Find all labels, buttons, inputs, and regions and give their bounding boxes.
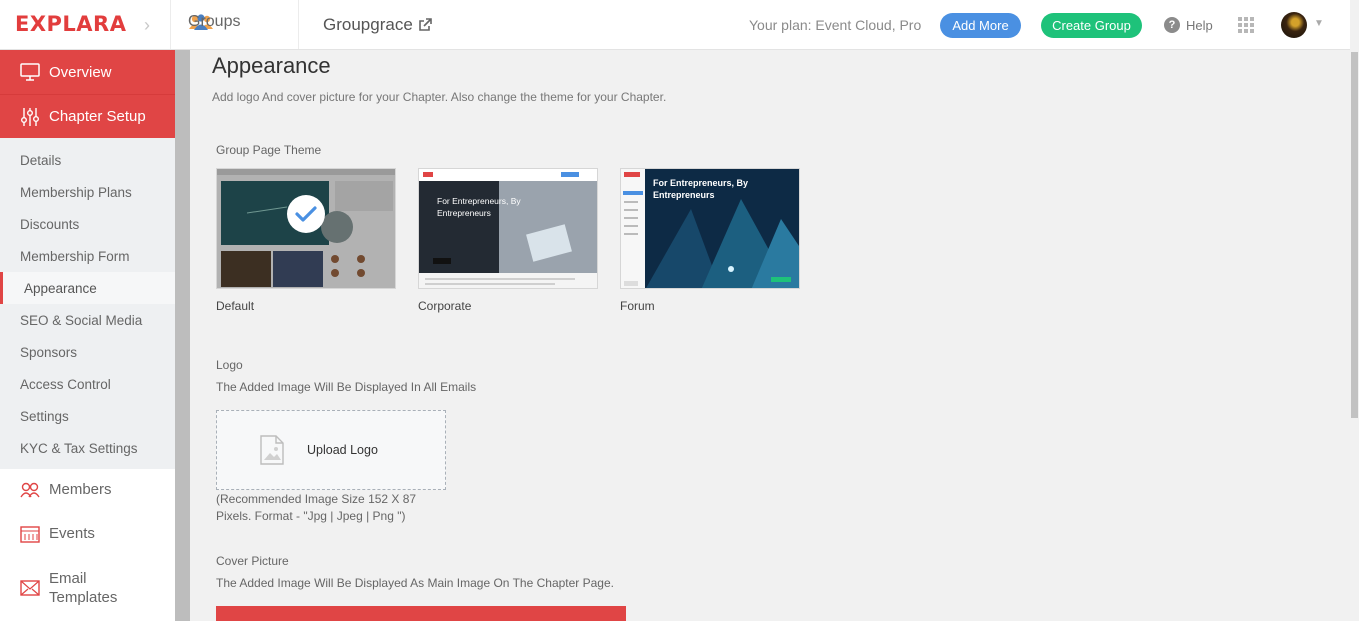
sidebar-item-sponsors[interactable]: Sponsors [0, 336, 175, 368]
theme-card-default[interactable] [216, 168, 396, 289]
groups-link[interactable]: Groups [188, 13, 240, 30]
header-divider [170, 0, 171, 49]
sidebar-item-membership-form[interactable]: Membership Form [0, 240, 175, 272]
caret-down-icon[interactable]: ▼ [1314, 18, 1324, 29]
monitor-icon [20, 63, 40, 81]
cover-label: Cover Picture [216, 554, 289, 568]
main-content: Appearance Add logo And cover picture fo… [190, 50, 1350, 621]
logo-recommendation-line2: Pixels. Format - "Jpg | Jpeg | Png ") [216, 509, 406, 523]
groups-label: Groups [188, 13, 241, 30]
theme-card-corporate[interactable]: For Entrepreneurs, By Entrepreneurs [418, 168, 598, 289]
page-title: Appearance [212, 53, 331, 78]
add-more-button[interactable]: Add More [940, 13, 1021, 38]
help-icon: ? [1164, 17, 1180, 33]
sidebar-item-settings[interactable]: Settings [0, 400, 175, 432]
cover-picture-preview[interactable] [216, 606, 626, 621]
theme-name-default: Default [216, 299, 255, 313]
theme-preview-corporate [419, 169, 597, 288]
forum-preview-text: For Entrepreneurs, By Entrepreneurs [653, 178, 749, 200]
corporate-preview-text: For Entrepreneurs, By Entrepreneurs [437, 196, 521, 218]
top-header: EXPLARA › Groups Groupgrace Your plan: E… [0, 0, 1359, 50]
sidebar-item-seo-social-media[interactable]: SEO & Social Media [0, 304, 175, 336]
sidebar-item-events[interactable]: Events [0, 513, 175, 557]
plan-text: Your plan: Event Cloud, Pro [749, 17, 922, 33]
sidebar-item-chapter-setup[interactable]: Chapter Setup [0, 94, 175, 138]
sidebar-item-membership-plans[interactable]: Membership Plans [0, 176, 175, 208]
calendar-icon [20, 526, 40, 543]
upload-logo-button[interactable]: Upload Logo [216, 410, 446, 490]
sidebar-scroll-track [175, 50, 190, 621]
logo-hint: The Added Image Will Be Displayed In All… [216, 380, 477, 394]
help-label: Help [1186, 17, 1213, 33]
sidebar-item-access-control[interactable]: Access Control [0, 368, 175, 400]
theme-name-forum: Forum [620, 299, 655, 313]
logo-text: EXPLARA [15, 12, 127, 36]
sidebar-bottom-section: Members Events Email Templates [0, 469, 175, 621]
sidebar-item-label: Email Templates [49, 570, 118, 606]
sidebar-item-label: Chapter Setup [49, 108, 146, 125]
sidebar-item-discounts[interactable]: Discounts [0, 208, 175, 240]
create-group-button[interactable]: Create Group [1041, 13, 1142, 38]
page-scrollbar[interactable] [1350, 0, 1359, 621]
sidebar-item-members[interactable]: Members [0, 469, 175, 513]
sidebar-item-overview[interactable]: Overview [0, 50, 175, 94]
header-divider [298, 0, 299, 49]
avatar[interactable] [1281, 12, 1307, 38]
logo-label: Logo [216, 358, 243, 372]
sidebar-item-kyc-tax-settings[interactable]: KYC & Tax Settings [0, 432, 175, 464]
theme-preview-default [217, 169, 395, 288]
external-link-icon [418, 18, 432, 31]
chevron-right-icon: › [144, 15, 150, 35]
sliders-icon [21, 107, 39, 126]
apps-grid-icon[interactable] [1238, 17, 1254, 33]
theme-name-corporate: Corporate [418, 299, 472, 313]
sidebar-item-details[interactable]: Details [0, 144, 175, 176]
sidebar-item-label: Events [49, 525, 95, 542]
theme-section-label: Group Page Theme [216, 143, 322, 157]
scrollbar-thumb[interactable] [1351, 52, 1358, 418]
help-link[interactable]: ? Help [1164, 17, 1213, 33]
explara-logo[interactable]: EXPLARA [15, 12, 126, 36]
image-file-icon [260, 435, 284, 465]
sidebar-item-label: Overview [49, 63, 112, 81]
envelope-icon [20, 580, 40, 596]
sidebar-item-appearance[interactable]: Appearance [0, 272, 175, 304]
logo-recommendation-line1: (Recommended Image Size 152 X 87 [216, 492, 417, 506]
upload-logo-label: Upload Logo [307, 443, 378, 457]
page-subtitle: Add logo And cover picture for your Chap… [212, 90, 667, 104]
group-name-link[interactable]: Groupgrace [323, 15, 432, 35]
group-name: Groupgrace [323, 15, 413, 34]
sidebar-item-email-templates[interactable]: Email Templates [0, 557, 175, 621]
sidebar: Overview Chapter Setup Details Membershi… [0, 50, 175, 621]
sidebar-item-label: Members [49, 481, 112, 498]
theme-card-forum[interactable]: For Entrepreneurs, By Entrepreneurs [620, 168, 800, 289]
cover-hint: The Added Image Will Be Displayed As Mai… [216, 576, 614, 590]
members-icon [20, 482, 40, 498]
